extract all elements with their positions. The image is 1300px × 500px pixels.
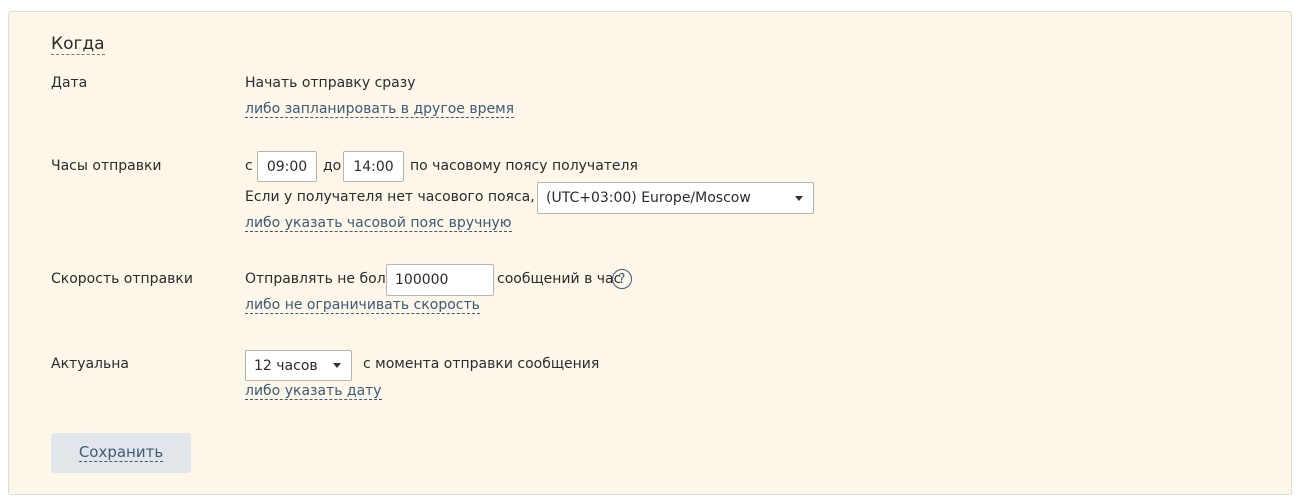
speed-label: Скорость отправки — [51, 271, 193, 287]
date-value: Начать отправку сразу — [245, 75, 416, 91]
schedule-panel: Когда Дата Начать отправку сразу либо за… — [8, 11, 1292, 495]
relevance-suffix: с момента отправки сообщения — [363, 356, 600, 372]
section-title: Когда — [51, 34, 105, 55]
hours-fallback-text: Если у получателя нет часового пояса, то… — [245, 189, 579, 205]
timezone-manual-link[interactable]: либо указать часовой пояс вручную — [245, 215, 512, 232]
timezone-selected-value: (UTC+03:00) Europe/Moscow — [546, 190, 751, 206]
hours-timezone-note: по часовому поясу получателя — [410, 158, 638, 174]
unlimited-speed-link[interactable]: либо не ограничивать скорость — [245, 297, 480, 314]
schedule-later-link[interactable]: либо запланировать в другое время — [245, 101, 515, 118]
caret-down-icon — [333, 363, 341, 368]
speed-limit-input[interactable] — [386, 264, 494, 296]
relevance-period-select[interactable]: 12 часов — [245, 350, 352, 381]
speed-suffix: сообщений в час — [497, 271, 622, 287]
hours-to-input[interactable] — [343, 151, 404, 182]
relevance-label: Актуальна — [51, 356, 129, 372]
relevance-selected-value: 12 часов — [254, 357, 318, 374]
caret-down-icon — [795, 195, 803, 201]
save-button[interactable]: Сохранить — [51, 433, 191, 473]
specify-date-link[interactable]: либо указать дату — [245, 383, 382, 400]
question-circle-icon[interactable]: ? — [612, 269, 632, 289]
save-button-label: Сохранить — [78, 443, 164, 462]
hours-from-input[interactable] — [257, 151, 317, 182]
timezone-select[interactable]: (UTC+03:00) Europe/Moscow — [537, 182, 814, 214]
hours-from-prefix: с — [245, 158, 253, 174]
date-label: Дата — [51, 75, 88, 91]
speed-prefix: Отправлять не более — [245, 271, 403, 287]
hours-to-prefix: до — [323, 158, 342, 174]
hours-label: Часы отправки — [51, 158, 162, 174]
